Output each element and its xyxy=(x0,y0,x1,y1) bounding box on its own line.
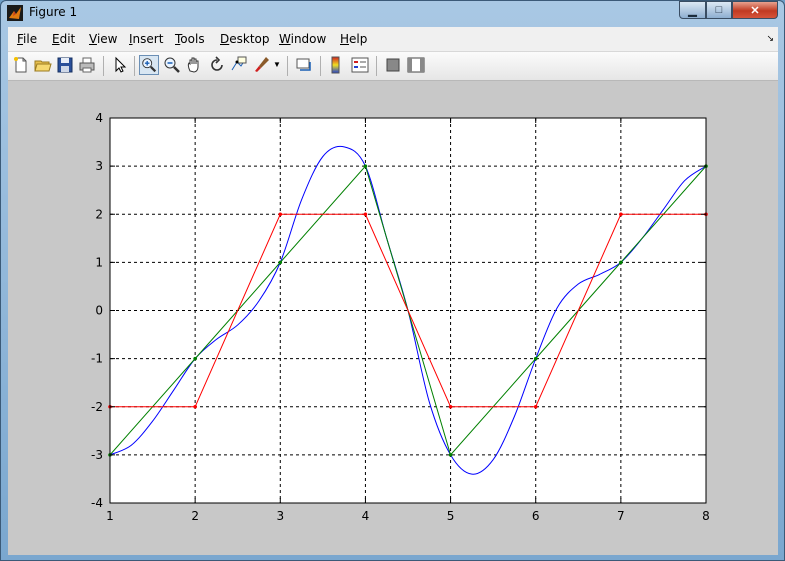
x-tick-label: 5 xyxy=(447,509,455,523)
maximize-button[interactable]: □ xyxy=(706,1,732,19)
colorbar-icon[interactable] xyxy=(326,55,346,75)
figure-toolbar: ▼ xyxy=(8,52,778,81)
edit-plot-icon[interactable] xyxy=(110,55,130,75)
title-bar[interactable]: Figure 1 ▁ □ ✕ xyxy=(1,1,784,25)
series-2-point xyxy=(363,212,368,217)
window-controls: ▁ □ ✕ xyxy=(679,1,778,20)
matlab-logo-icon xyxy=(7,5,23,21)
y-tick-label: 3 xyxy=(95,159,103,173)
x-tick-label: 2 xyxy=(191,509,199,523)
print-icon[interactable] xyxy=(77,55,97,75)
x-tick-label: 7 xyxy=(617,509,625,523)
menu-view[interactable]: View xyxy=(89,32,117,46)
y-tick-label: 4 xyxy=(95,111,103,125)
menu-file[interactable]: File xyxy=(17,32,37,46)
data-cursor-icon[interactable] xyxy=(229,55,249,75)
hide-plot-tools-icon[interactable] xyxy=(383,55,403,75)
open-file-icon[interactable] xyxy=(33,55,53,75)
x-tick-label: 4 xyxy=(362,509,370,523)
series-1-point xyxy=(193,356,197,361)
maximize-icon: □ xyxy=(715,4,723,16)
series-2-point xyxy=(619,212,623,217)
series-2-point xyxy=(278,212,283,217)
minimize-icon: ▁ xyxy=(688,4,697,17)
link-plot-icon[interactable] xyxy=(294,55,314,75)
menu-tools[interactable]: Tools xyxy=(175,32,205,46)
y-tick-label: -4 xyxy=(91,496,103,510)
show-plot-tools-icon[interactable] xyxy=(406,55,426,75)
legend-icon[interactable] xyxy=(350,55,370,75)
menu-desktop[interactable]: Desktop xyxy=(220,32,270,46)
zoom-in-icon[interactable] xyxy=(139,55,159,75)
zoom-out-icon[interactable] xyxy=(162,55,182,75)
toolbar-separator xyxy=(320,56,321,76)
save-icon[interactable] xyxy=(55,55,75,75)
series-1-point xyxy=(533,356,538,361)
x-tick-labels: 1 2 3 4 5 6 7 8 xyxy=(106,509,710,523)
y-tick-label: -1 xyxy=(91,352,103,366)
toolbar-separator xyxy=(134,56,135,76)
y-tick-labels: -4 -3 -2 -1 0 1 2 3 4 xyxy=(91,111,103,510)
y-tick-label: -2 xyxy=(91,400,103,414)
toolbar-separator xyxy=(103,56,104,76)
menu-insert[interactable]: Insert xyxy=(129,32,163,46)
series-1-point xyxy=(363,164,368,168)
pan-icon[interactable] xyxy=(184,55,204,75)
x-tick-label: 1 xyxy=(106,509,114,523)
series-1-point xyxy=(278,260,283,265)
toolbar-separator xyxy=(376,56,377,76)
minimize-button[interactable]: ▁ xyxy=(679,1,706,19)
menu-bar: File Edit View Insert Tools Desktop Wind… xyxy=(8,27,778,52)
plot-axes[interactable]: 1 2 3 4 5 6 7 8 -4 -3 -2 -1 0 1 2 3 4 xyxy=(8,80,778,555)
menu-edit[interactable]: Edit xyxy=(52,32,75,46)
dock-arrow-icon[interactable]: ↘ xyxy=(766,33,774,44)
y-tick-label: -3 xyxy=(91,448,103,462)
menu-help[interactable]: Help xyxy=(340,32,367,46)
close-button[interactable]: ✕ xyxy=(732,1,778,19)
series-2-point xyxy=(533,404,538,409)
figure-window: Figure 1 ▁ □ ✕ File Edit View Insert Too… xyxy=(0,0,785,561)
toolbar-separator xyxy=(287,56,288,76)
y-tick-label: 2 xyxy=(95,207,103,221)
y-tick-label: 0 xyxy=(95,304,103,318)
brush-icon[interactable] xyxy=(252,55,272,75)
window-title: Figure 1 xyxy=(29,5,78,19)
x-tick-label: 8 xyxy=(702,509,710,523)
rotate-3d-icon[interactable] xyxy=(207,55,227,75)
figure-client-area: File Edit View Insert Tools Desktop Wind… xyxy=(8,27,778,555)
brush-dropdown-icon[interactable]: ▼ xyxy=(272,55,282,75)
close-icon: ✕ xyxy=(750,4,760,17)
series-2-point xyxy=(448,404,453,409)
x-tick-label: 6 xyxy=(532,509,540,523)
y-tick-label: 1 xyxy=(95,255,103,269)
series-2-point xyxy=(193,404,197,409)
series-1-point xyxy=(619,260,623,265)
new-figure-icon[interactable] xyxy=(11,55,31,75)
menu-window[interactable]: Window xyxy=(279,32,326,46)
series-1-point xyxy=(448,453,453,457)
x-tick-label: 3 xyxy=(276,509,284,523)
